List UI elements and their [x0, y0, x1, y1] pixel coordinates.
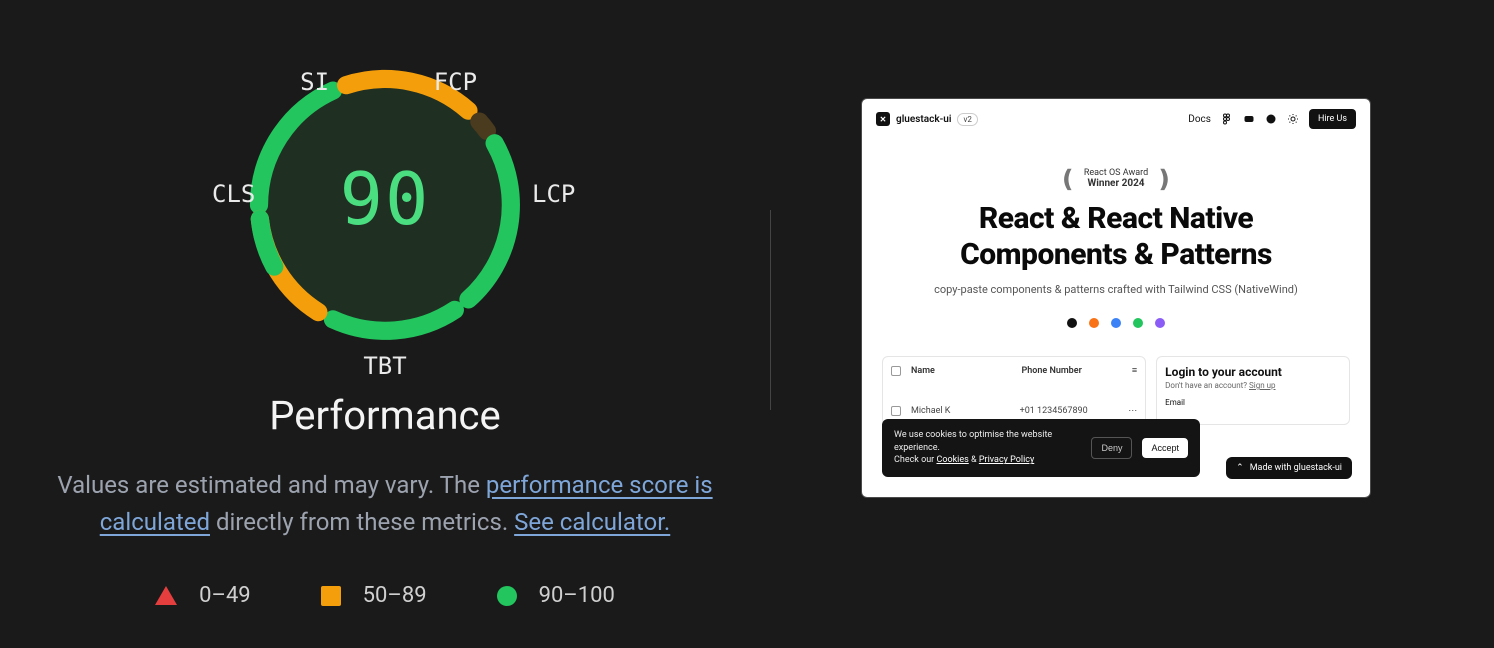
preview-nav: Docs Hire Us: [1188, 109, 1356, 129]
metric-label-si: SI: [300, 68, 329, 96]
score-legend: 0–49 50–89 90–100: [155, 583, 615, 608]
cookie-deny-button: Deny: [1091, 437, 1132, 459]
col-name: Name: [911, 366, 1011, 376]
made-with-label: Made with gluestack-ui: [1250, 463, 1342, 473]
login-sub-pre: Don't have an account?: [1165, 381, 1249, 390]
chevrons-up-icon: ⌃: [1236, 463, 1244, 473]
cookies-link: Cookies: [936, 455, 968, 465]
performance-title: Performance: [269, 392, 500, 439]
login-title: Login to your account: [1165, 365, 1341, 379]
col-phone: Phone Number: [1021, 366, 1121, 376]
performance-panel: 90 SI FCP LCP TBT CLS Performance Values…: [0, 30, 770, 608]
cookie-line2-pre: Check our: [894, 455, 936, 465]
page-screenshot-thumbnail[interactable]: ✕ gluestack-ui v2 Docs Hire Us: [861, 98, 1371, 498]
preview-subtitle: copy-paste components & patterns crafted…: [862, 283, 1370, 296]
dot-purple: [1155, 318, 1165, 328]
preview-header: ✕ gluestack-ui v2 Docs Hire Us: [862, 99, 1370, 139]
theme-icon: [1287, 113, 1299, 125]
laurel-left-icon: ❪: [1058, 167, 1078, 191]
menu-icon: ≡: [1132, 365, 1137, 376]
title-line1: React & React Native: [862, 201, 1370, 237]
legend-pass: 90–100: [497, 583, 615, 608]
legend-average-label: 50–89: [363, 583, 427, 608]
signup-link: Sign up: [1249, 381, 1276, 390]
dot-orange: [1089, 318, 1099, 328]
figma-icon: [1221, 113, 1233, 125]
hire-us-button: Hire Us: [1309, 109, 1356, 129]
row-more-icon: ⋯: [1128, 406, 1137, 416]
checkbox-icon: [891, 366, 901, 376]
metric-label-lcp: LCP: [532, 180, 575, 208]
preview-brand: ✕ gluestack-ui v2: [876, 112, 978, 126]
dot-blue: [1111, 318, 1121, 328]
email-label: Email: [1165, 398, 1341, 407]
circle-icon: [497, 586, 517, 606]
performance-gauge: 90 SI FCP LCP TBT CLS: [225, 30, 545, 380]
table-card: Name Phone Number ≡ Michael K +01 123456…: [882, 356, 1146, 425]
triangle-icon: [155, 586, 177, 605]
row-name: Michael K: [911, 406, 1010, 416]
github-icon: [1265, 113, 1277, 125]
cookie-accept-button: Accept: [1142, 438, 1188, 458]
award-line1: React OS Award: [1084, 168, 1148, 179]
version-badge: v2: [957, 113, 977, 126]
row-phone: +01 1234567890: [1020, 406, 1119, 416]
cookie-line1: We use cookies to optimise the website e…: [894, 429, 1081, 454]
award-badge: ❪ React OS Award Winner 2024 ❪: [862, 167, 1370, 191]
checkbox-icon: [891, 406, 901, 416]
performance-description: Values are estimated and may vary. The p…: [55, 467, 715, 541]
award-line2: Winner 2024: [1084, 178, 1148, 190]
see-calculator-link[interactable]: See calculator.: [514, 508, 670, 536]
discord-icon: [1243, 113, 1255, 125]
preview-cards-row: Name Phone Number ≡ Michael K +01 123456…: [862, 356, 1370, 425]
preview-hero-title: React & React Native Components & Patter…: [862, 201, 1370, 273]
cookie-banner: We use cookies to optimise the website e…: [882, 419, 1200, 477]
dot-green: [1133, 318, 1143, 328]
legend-average: 50–89: [321, 583, 427, 608]
color-dots: [862, 318, 1370, 328]
gauge-score: 90: [340, 157, 431, 241]
dot-black: [1067, 318, 1077, 328]
cookie-amp: &: [969, 455, 979, 465]
nav-docs: Docs: [1188, 114, 1211, 125]
legend-fail-label: 0–49: [199, 583, 251, 608]
square-icon: [321, 586, 341, 606]
login-card: Login to your account Don't have an acco…: [1156, 356, 1350, 425]
metric-label-fcp: FCP: [434, 68, 477, 96]
desc-text-mid: directly from these metrics.: [210, 508, 514, 536]
metric-label-cls: CLS: [212, 180, 255, 208]
made-with-badge: ⌃ Made with gluestack-ui: [1226, 457, 1352, 479]
desc-text-pre: Values are estimated and may vary. The: [57, 471, 486, 499]
vertical-divider: [770, 210, 771, 410]
privacy-link: Privacy Policy: [979, 455, 1034, 465]
metric-label-tbt: TBT: [363, 352, 406, 380]
legend-fail: 0–49: [155, 583, 251, 608]
title-line2: Components & Patterns: [862, 237, 1370, 273]
brand-logo-icon: ✕: [876, 112, 890, 126]
legend-pass-label: 90–100: [539, 583, 615, 608]
page-preview-panel: ✕ gluestack-ui v2 Docs Hire Us: [861, 98, 1371, 498]
brand-name: gluestack-ui: [896, 114, 951, 125]
laurel-right-icon: ❪: [1154, 167, 1174, 191]
